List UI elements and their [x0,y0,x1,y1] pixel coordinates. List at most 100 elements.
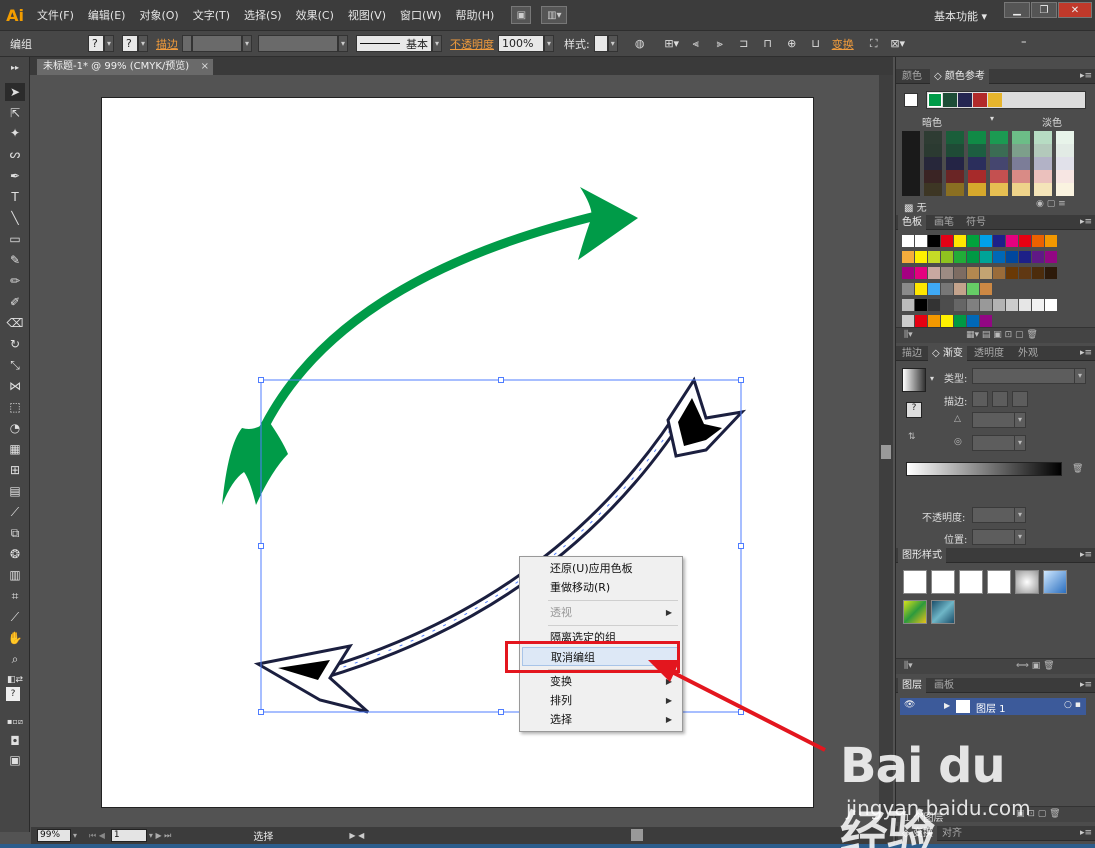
tab-transparency[interactable]: 透明度 [970,346,1008,361]
line-tool-icon[interactable]: ╲ [5,209,25,227]
zoom-tool-icon[interactable]: ⌕ [5,650,25,668]
tab-layers[interactable]: 图层 [898,678,926,693]
color-guide-cell[interactable] [946,170,964,183]
paintbrush-tool-icon[interactable]: ✎ [5,251,25,269]
gradient-aspect-field[interactable] [972,435,1016,451]
align-right-icon[interactable]: ⊐ [736,36,752,52]
swatch[interactable] [1006,299,1018,311]
magic-wand-tool-icon[interactable]: ✦ [5,124,25,142]
blend-tool-icon[interactable]: ⧉ [5,524,25,542]
swatch[interactable] [980,251,992,263]
scale-tool-icon[interactable]: ⤡ [5,356,25,374]
color-guide-cell[interactable] [968,170,986,183]
delete-stop-icon[interactable]: 🗑 [1072,464,1083,474]
graphic-style-outline[interactable] [987,570,1011,594]
brush-definition-field[interactable]: 基本 [356,35,432,52]
color-guide-cell[interactable] [1034,157,1052,170]
swatch[interactable] [967,283,979,295]
swatch-libraries-icon[interactable]: ⫼▾ [904,330,913,340]
document-tab[interactable]: 未标题-1* @ 99% (CMYK/预览) × [36,58,214,75]
gradient-slider[interactable] [906,462,1062,476]
style-libraries-icon[interactable]: ⫼▾ [904,661,913,671]
graphic-style-pattern-yellow[interactable] [903,600,927,624]
perspective-grid-tool-icon[interactable]: ▦ [5,440,25,458]
color-guide-cell[interactable] [1056,183,1074,196]
color-guide-cell[interactable] [946,157,964,170]
color-guide-cell[interactable] [990,157,1008,170]
vertical-scrollbar[interactable] [879,75,893,827]
tab-swatches[interactable]: 色板 [898,215,926,230]
color-guide-cell[interactable] [1012,144,1030,157]
color-guide-cell[interactable] [968,157,986,170]
opacity-field[interactable]: 100% [498,35,544,52]
align-center-icon[interactable]: ⫸ [712,36,728,52]
stroke-gradient-option-1[interactable] [972,391,988,407]
panel-menu-icon[interactable]: ▸≡ [1080,215,1092,230]
fill-dropdown-icon[interactable]: ▾ [104,35,114,52]
stroke-swatch[interactable]: ? [122,35,138,52]
artboard[interactable] [101,97,814,808]
color-mode-icons[interactable]: ▪▫⧄ [5,713,25,731]
swatch[interactable] [980,267,992,279]
layer-name[interactable]: 图层 1 [976,700,1006,715]
tab-graphic-styles[interactable]: 图形样式 [898,548,946,563]
stroke-weight-field[interactable] [192,35,242,52]
swatch[interactable] [928,251,940,263]
artboard-tool-icon[interactable]: ⌗ [5,587,25,605]
color-guide-cell[interactable] [1034,131,1052,144]
visibility-eye-icon[interactable]: 👁 [904,700,915,710]
variable-width-field[interactable] [258,35,338,52]
stroke-gradient-option-2[interactable] [992,391,1008,407]
gradient-type-field[interactable] [972,368,1076,384]
envelope-icon[interactable]: ⊠▾ [890,36,906,52]
panel-menu-icon[interactable]: ▸≡ [1080,826,1092,841]
opacity-link[interactable]: 不透明度 [450,36,494,52]
reverse-gradient-icon[interactable]: ⇅ [908,432,916,442]
minimize-button[interactable]: ▁ [1004,2,1030,18]
brush-dropdown-icon[interactable]: ▾ [432,35,442,52]
swatch[interactable] [902,235,914,247]
gradient-opacity-dropdown-icon[interactable]: ▾ [1014,507,1026,523]
gradient-opacity-field[interactable] [972,507,1016,523]
tab-symbols[interactable]: 符号 [962,215,990,230]
menu-object[interactable]: 对象(O) [132,7,185,23]
swatch[interactable] [915,235,927,247]
color-guide-cell[interactable] [990,131,1008,144]
tab-transform[interactable]: ◇ 变换 [898,826,937,841]
style-actions-icon[interactable]: ⟺ ▣ 🗑 [1016,661,1055,671]
menu-view[interactable]: 视图(V) [341,7,393,23]
gradient-preview-swatch[interactable] [902,368,926,392]
artboard-dropdown-icon[interactable]: ▾ ▶ ⏭ [149,831,171,841]
type-tool-icon[interactable]: T [5,188,25,206]
tools-grip-icon[interactable]: ▸▸ [5,63,25,72]
expand-layer-icon[interactable]: ▶ [944,701,950,710]
swatch[interactable] [928,235,940,247]
mesh-tool-icon[interactable]: ⊞ [5,461,25,479]
color-guide-cell[interactable] [968,183,986,196]
layer-actions-icon[interactable]: ▣ ⊡ ▢ 🗑 [1016,809,1061,819]
swatch[interactable] [1032,235,1044,247]
rectangle-tool-icon[interactable]: ▭ [5,230,25,248]
swatch[interactable] [928,299,940,311]
swatch[interactable] [1006,267,1018,279]
workspace-switcher[interactable]: 基本功能 ▾ [934,8,987,24]
gradient-preview-dropdown-icon[interactable]: ▾ [930,374,934,383]
stroke-weight-dropdown-icon[interactable]: ▾ [242,35,252,52]
fill-swatch[interactable]: ? [88,35,104,52]
color-guide-cell[interactable] [946,144,964,157]
zoom-dropdown-icon[interactable]: ▾ [73,831,77,840]
menu-edit[interactable]: 编辑(E) [81,7,133,23]
tab-appearance[interactable]: 外观 [1014,346,1042,361]
color-guide-cell[interactable] [1056,170,1074,183]
edit-colors-icon[interactable]: ◉ ▢ ≡ [1036,199,1066,209]
color-guide-cell[interactable] [1012,183,1030,196]
swatch[interactable] [915,251,927,263]
swatch[interactable] [1019,251,1031,263]
direct-selection-tool-icon[interactable]: ⇱ [5,104,25,122]
free-transform-tool-icon[interactable]: ⬚ [5,398,25,416]
swatch[interactable] [928,267,940,279]
swatch[interactable] [980,283,992,295]
color-guide-cell[interactable] [968,144,986,157]
swatch[interactable] [1045,267,1057,279]
color-guide-cell[interactable] [902,144,920,157]
